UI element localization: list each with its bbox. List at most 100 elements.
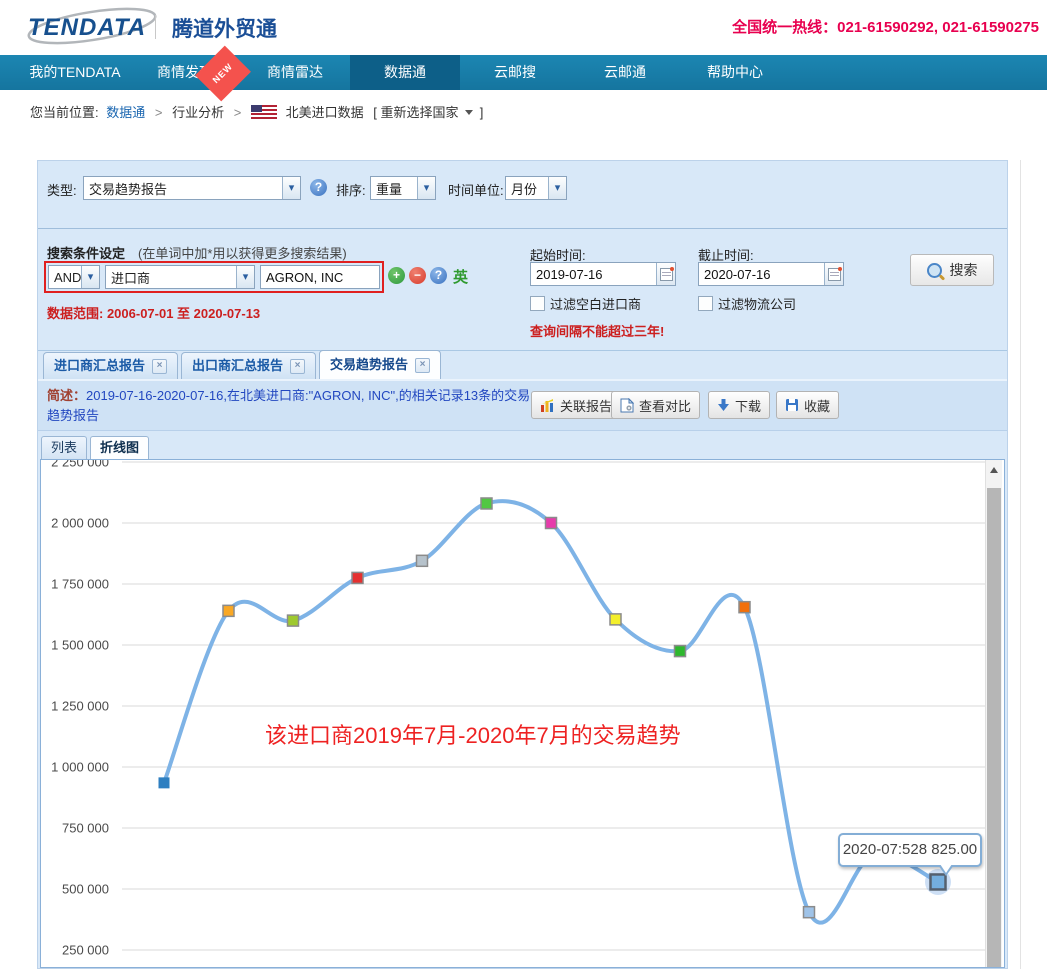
language-toggle-button[interactable]: 英 [453, 266, 468, 287]
y-axis-tick-label: 500 000 [62, 882, 109, 897]
remove-condition-icon[interactable] [409, 267, 426, 284]
end-date-value: 2020-07-16 [699, 267, 824, 282]
tab-importer-summary[interactable]: 进口商汇总报告 [43, 352, 178, 379]
boolean-operator-select[interactable]: AND [48, 265, 100, 289]
search-icon [927, 263, 942, 278]
related-report-button[interactable]: 关联报告 [531, 391, 621, 419]
add-condition-icon[interactable] [388, 267, 405, 284]
chart-marker-2020-05[interactable] [804, 907, 815, 918]
search-conditions-hint: (在单词中加*用以获得更多搜索结果) [138, 243, 347, 262]
query-warning: 查询间隔不能超过三年! [530, 321, 664, 340]
chart-marker-2020-07[interactable] [931, 874, 946, 889]
chart-marker-2019-12[interactable] [481, 498, 492, 509]
keyword-input[interactable]: AGRON, INC [260, 265, 380, 289]
logo-divider [155, 15, 156, 39]
nav-item-help-center[interactable]: 帮助中心 [680, 55, 790, 90]
y-axis-tick-label: 1 500 000 [51, 638, 109, 653]
sort-label: 排序: [336, 180, 366, 199]
tab-trade-trend[interactable]: 交易趋势报告 [319, 350, 441, 379]
line-chart-canvas[interactable]: 2 250 0002 000 0001 750 0001 500 0001 25… [41, 460, 1005, 968]
help-icon[interactable] [430, 267, 447, 284]
reselect-country[interactable]: [ 重新选择国家 [373, 105, 458, 120]
nav-item-my-tendata[interactable]: 我的TENDATA [20, 55, 130, 90]
chevron-down-icon[interactable] [81, 266, 99, 288]
tab-line-chart-view[interactable]: 折线图 [90, 436, 149, 459]
summary-text: 2019-07-16-2020-07-16,在北美进口商:"AGRON, INC… [47, 388, 530, 423]
close-icon[interactable] [415, 358, 430, 373]
tab-list-view[interactable]: 列表 [41, 436, 87, 459]
filter-blank-importer-checkbox[interactable] [530, 296, 545, 311]
nav-item-cloud-mail[interactable]: 云邮通 [570, 55, 680, 90]
chevron-down-icon[interactable] [417, 177, 435, 199]
calendar-icon[interactable] [656, 263, 675, 285]
filter-logistics-checkbox[interactable] [698, 296, 713, 311]
y-axis-tick-label: 1 250 000 [51, 699, 109, 714]
search-button[interactable]: 搜索 [910, 254, 994, 286]
chart-tooltip: 2020-07:528 825.00 [838, 833, 982, 867]
button-label: 收藏 [804, 396, 830, 415]
chart-scrollbar[interactable] [985, 460, 1002, 967]
breadcrumb-link-datatong[interactable]: 数据通 [106, 105, 145, 120]
scrollbar-thumb[interactable] [987, 488, 1001, 967]
time-unit-select-value: 月份 [506, 179, 548, 198]
chart-marker-2019-11[interactable] [417, 555, 428, 566]
nav-item-cloud-mail-search[interactable]: 云邮搜 [460, 55, 570, 90]
search-button-label: 搜索 [950, 260, 978, 280]
chart-annotation: 该进口商2019年7月-2020年7月的交易趋势 [265, 718, 681, 750]
time-unit-select[interactable]: 月份 [505, 176, 567, 200]
chart-marker-2020-03[interactable] [675, 646, 686, 657]
calendar-icon[interactable] [824, 263, 843, 285]
close-icon[interactable] [152, 359, 167, 374]
tab-label: 交易趋势报告 [330, 352, 408, 378]
chevron-down-icon[interactable] [465, 110, 473, 115]
scroll-up-button[interactable] [986, 460, 1002, 480]
breadcrumb-industry[interactable]: 行业分析 [172, 105, 224, 120]
reselect-country-bracket: ] [480, 105, 484, 120]
header: TENDATA 腾道外贸通 全国统一热线：021-61590292, 021-6… [0, 0, 1047, 55]
download-button[interactable]: 下载 [708, 391, 770, 419]
tendata-logo[interactable]: TENDATA [22, 5, 172, 51]
view-compare-button[interactable]: 查看对比 [611, 391, 700, 419]
button-label: 关联报告 [560, 396, 612, 415]
filter-logistics-option: 过滤物流公司 [698, 294, 796, 313]
chevron-down-icon[interactable] [282, 177, 300, 199]
chevron-down-icon[interactable] [548, 177, 566, 199]
tab-exporter-summary[interactable]: 出口商汇总报告 [181, 352, 316, 379]
boolean-operator-value: AND [49, 270, 81, 285]
page: TENDATA 腾道外贸通 全国统一热线：021-61590292, 021-6… [0, 0, 1047, 969]
chart-marker-2020-04[interactable] [739, 602, 750, 613]
nav-item-discovery[interactable]: 商情发现 NEW [130, 55, 240, 90]
report-summary-bar: 简述：2019-07-16-2020-07-16,在北美进口商:"AGRON, … [38, 379, 1007, 431]
filter-blank-importer-option: 过滤空白进口商 [530, 294, 641, 313]
tab-label: 进口商汇总报告 [54, 353, 145, 379]
favorite-button[interactable]: 收藏 [776, 391, 839, 419]
sort-select[interactable]: 重量 [370, 176, 436, 200]
time-unit-label: 时间单位: [448, 180, 504, 199]
nav-item-radar[interactable]: 商情雷达 [240, 55, 350, 90]
data-range-note: 数据范围: 2006-07-01 至 2020-07-13 [47, 303, 260, 322]
y-axis-tick-label: 250 000 [62, 943, 109, 958]
nav-item-datatong[interactable]: 数据通 [350, 55, 460, 90]
close-icon[interactable] [290, 359, 305, 374]
chart-marker-2019-07[interactable] [159, 777, 170, 788]
end-date-input[interactable]: 2020-07-16 [698, 262, 844, 286]
field-select-value: 进口商 [106, 268, 236, 287]
y-axis-tick-label: 750 000 [62, 821, 109, 836]
condition-row: AND 进口商 AGRON, INC [44, 261, 384, 293]
chart-marker-2019-09[interactable] [288, 615, 299, 626]
trend-chart[interactable]: 2 250 0002 000 0001 750 0001 500 0001 25… [40, 459, 1005, 968]
chart-marker-2019-10[interactable] [352, 572, 363, 583]
type-label: 类型: [47, 180, 77, 199]
logo-text: TENDATA [28, 14, 146, 41]
chevron-down-icon[interactable] [236, 266, 254, 288]
start-date-input[interactable]: 2019-07-16 [530, 262, 676, 286]
type-select-value: 交易趋势报告 [84, 179, 282, 198]
divider [38, 228, 1007, 229]
chart-marker-2020-01[interactable] [546, 518, 557, 529]
help-icon[interactable] [310, 179, 327, 196]
breadcrumb-prefix: 您当前位置: [30, 105, 99, 120]
field-select[interactable]: 进口商 [105, 265, 255, 289]
type-select[interactable]: 交易趋势报告 [83, 176, 301, 200]
chart-marker-2019-08[interactable] [223, 605, 234, 616]
chart-marker-2020-02[interactable] [610, 614, 621, 625]
